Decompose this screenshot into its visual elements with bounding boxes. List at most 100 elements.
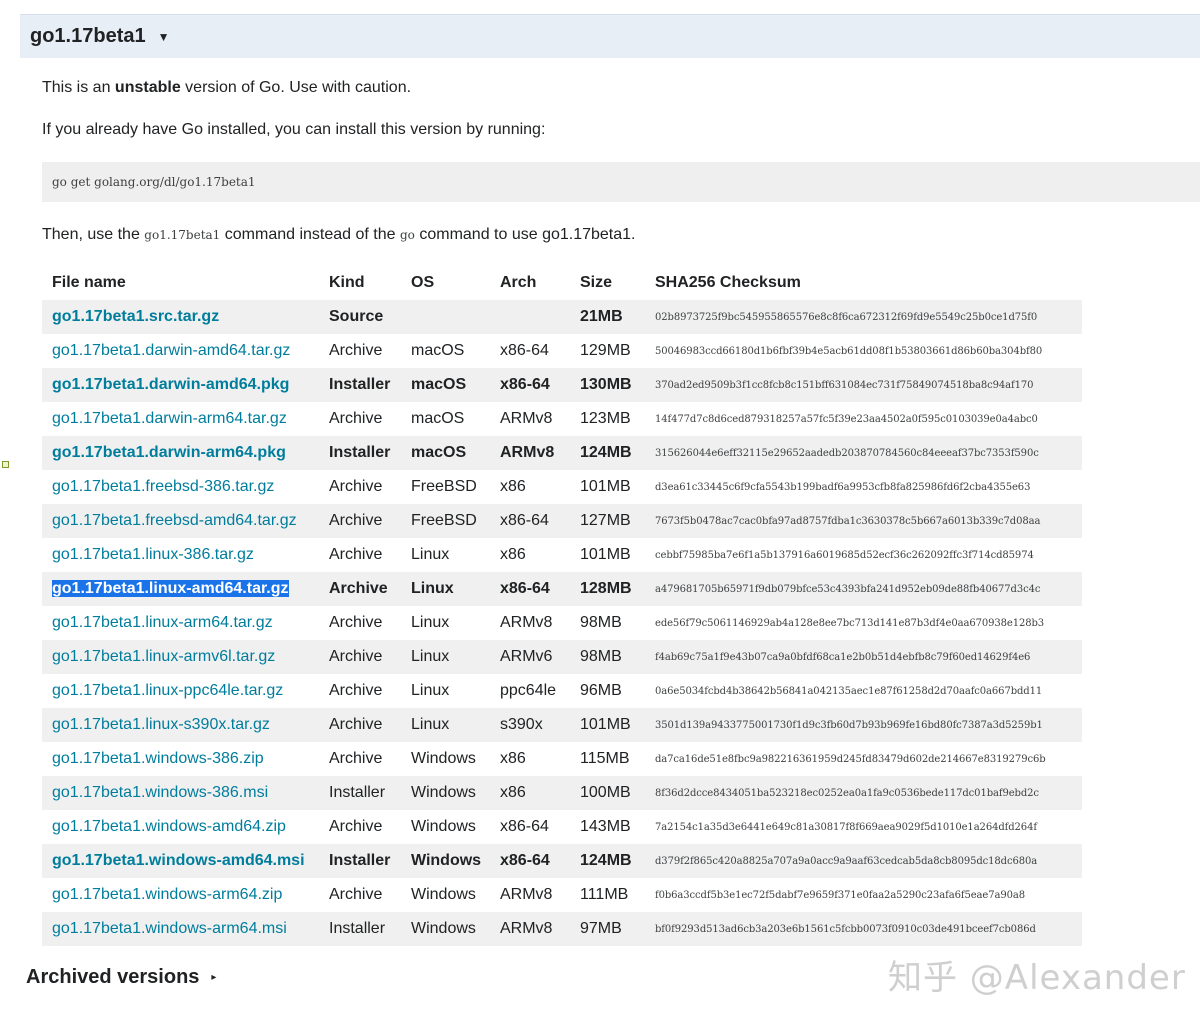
- notice-text-bold: unstable: [114, 79, 181, 96]
- os-cell: Windows: [411, 818, 476, 835]
- archived-versions-toggle[interactable]: Archived versions ▸: [26, 966, 216, 989]
- size-cell: 21MB: [570, 300, 645, 334]
- file-name-link[interactable]: go1.17beta1.freebsd-386.tar.gz: [42, 470, 319, 504]
- kind-cell: Archive: [329, 886, 383, 903]
- arch-cell: x86: [490, 776, 570, 810]
- file-name-link[interactable]: go1.17beta1.linux-armv6l.tar.gz: [42, 640, 319, 674]
- checksum-cell: 7a2154c1a35d3e6441e649c81a30817f8f669aea…: [655, 821, 1037, 833]
- header-arch: Arch: [500, 274, 537, 291]
- size-cell: 101MB: [580, 546, 631, 563]
- table-row: go1.17beta1.windows-amd64.zip Archive Wind…: [42, 810, 1082, 844]
- checksum-cell: 02b8973725f9bc545955865576e8c8f6ca672312…: [645, 300, 1082, 334]
- file-name-link[interactable]: go1.17beta1.darwin-arm64.pkg: [42, 436, 319, 470]
- release-title[interactable]: go1.17beta1: [30, 25, 146, 48]
- arch-cell: x86-64: [490, 572, 570, 606]
- os-cell: Linux: [401, 572, 490, 606]
- table-row: go1.17beta1.linux-s390x.tar.gz Archive Lin…: [42, 708, 1082, 742]
- table-row: go1.17beta1.darwin-arm64.pkg Installer mac…: [42, 436, 1082, 470]
- size-cell: 115MB: [580, 750, 630, 767]
- os-cell: Linux: [401, 708, 490, 742]
- arch-cell: [490, 300, 570, 334]
- size-cell: 98MB: [570, 640, 645, 674]
- file-name-link[interactable]: go1.17beta1.windows-386.msi: [42, 776, 319, 810]
- checksum-cell: bf0f9293d513ad6cb3a203e6b1561c5fcbb0073f…: [645, 912, 1082, 946]
- file-name-link[interactable]: go1.17beta1.linux-386.tar.gz: [42, 538, 319, 572]
- table-row: go1.17beta1.darwin-amd64.pkg Installer mac…: [42, 368, 1082, 402]
- archived-versions-label[interactable]: Archived versions: [26, 966, 199, 989]
- arch-cell: ppc64le: [500, 682, 557, 699]
- caret-right-icon[interactable]: ▸: [211, 972, 216, 983]
- size-cell: 101MB: [580, 478, 631, 495]
- table-row: go1.17beta1.linux-armv6l.tar.gz Archive Li…: [42, 640, 1082, 674]
- selected-file-name[interactable]: go1.17beta1.linux-amd64.tar.gz: [52, 580, 289, 597]
- kind-cell: Archive: [329, 818, 383, 835]
- file-name-link[interactable]: go1.17beta1.linux-s390x.tar.gz: [42, 708, 319, 742]
- table-row: go1.17beta1.darwin-arm64.tar.gz Archive ma…: [42, 402, 1082, 436]
- checksum-cell: 14f477d7c8d6ced879318257a57fc5f39e23aa45…: [655, 413, 1038, 425]
- file-name-link[interactable]: go1.17beta1.src.tar.gz: [42, 300, 319, 334]
- kind-cell: Archive: [319, 640, 401, 674]
- install-command: go get golang.org/dl/go1.17beta1: [42, 162, 1200, 202]
- kind-cell: Archive: [329, 546, 383, 563]
- file-name-link[interactable]: go1.17beta1.darwin-amd64.pkg: [42, 368, 319, 402]
- table-row: go1.17beta1.linux-amd64.tar.gz Archive Lin…: [42, 572, 1082, 606]
- os-cell: Linux: [401, 640, 490, 674]
- size-cell: 124MB: [570, 436, 645, 470]
- file-name-link[interactable]: go1.17beta1.linux-amd64.tar.gz: [42, 572, 319, 606]
- arch-cell: x86: [500, 546, 526, 563]
- checksum-cell: 315626044e6eff32115e29652aadedb203870784…: [645, 436, 1082, 470]
- release-header[interactable]: go1.17beta1 ▼: [20, 14, 1200, 58]
- usage-instructions: Then, use the go1.17beta1 command instea…: [42, 226, 635, 244]
- caret-down-icon[interactable]: ▼: [158, 30, 170, 44]
- file-name-link[interactable]: go1.17beta1.linux-ppc64le.tar.gz: [42, 674, 319, 708]
- usage-text-mid: command instead of the: [220, 226, 400, 243]
- table-row: go1.17beta1.linux-ppc64le.tar.gz Archive L…: [42, 674, 1082, 708]
- table-row: go1.17beta1.src.tar.gz Source 21MB 02b89737…: [42, 300, 1082, 334]
- size-cell: 128MB: [570, 572, 645, 606]
- file-name-link[interactable]: go1.17beta1.freebsd-amd64.tar.gz: [42, 504, 319, 538]
- arch-cell: x86-64: [500, 342, 549, 359]
- table-row: go1.17beta1.darwin-amd64.tar.gz Archive ma…: [42, 334, 1082, 368]
- usage-text-pre: Then, use the: [42, 226, 145, 243]
- file-name-link[interactable]: go1.17beta1.windows-arm64.zip: [42, 878, 319, 912]
- kind-cell: Archive: [329, 614, 383, 631]
- checksum-cell: a479681705b65971f9db079bfce53c4393bfa241…: [645, 572, 1082, 606]
- downloads-table: File name Kind OS Arch Size SHA256 Check…: [42, 266, 1082, 946]
- arch-cell: ARMv8: [490, 436, 570, 470]
- table-row: go1.17beta1.windows-386.msi Installer Wind…: [42, 776, 1082, 810]
- header-size: Size: [580, 274, 613, 291]
- file-name-link[interactable]: go1.17beta1.linux-arm64.tar.gz: [42, 606, 319, 640]
- checksum-cell: 3501d139a9433775001730f1d9c3fb60d7b93b96…: [645, 708, 1082, 742]
- file-name-link[interactable]: go1.17beta1.windows-amd64.zip: [42, 810, 319, 844]
- size-cell: 96MB: [580, 682, 622, 699]
- size-cell: 143MB: [580, 818, 631, 835]
- file-name-link[interactable]: go1.17beta1.darwin-amd64.tar.gz: [42, 334, 319, 368]
- header-sha256: SHA256 Checksum: [655, 274, 801, 291]
- table-row: go1.17beta1.windows-arm64.zip Archive Wind…: [42, 878, 1082, 912]
- size-cell: 98MB: [580, 614, 622, 631]
- size-cell: 97MB: [570, 912, 645, 946]
- table-row: go1.17beta1.windows-arm64.msi Installer Wi…: [42, 912, 1082, 946]
- file-name-link[interactable]: go1.17beta1.windows-amd64.msi: [42, 844, 319, 878]
- size-cell: 124MB: [570, 844, 645, 878]
- file-name-link[interactable]: go1.17beta1.darwin-arm64.tar.gz: [42, 402, 319, 436]
- table-row: go1.17beta1.linux-386.tar.gz Archive Linux…: [42, 538, 1082, 572]
- kind-cell: Source: [319, 300, 401, 334]
- os-cell: [401, 300, 490, 334]
- kind-cell: Archive: [329, 410, 383, 427]
- table-row: go1.17beta1.windows-amd64.msi Installer Wi…: [42, 844, 1082, 878]
- kind-cell: Archive: [329, 342, 383, 359]
- table-row: go1.17beta1.linux-arm64.tar.gz Archive Lin…: [42, 606, 1082, 640]
- file-name-link[interactable]: go1.17beta1.windows-arm64.msi: [42, 912, 319, 946]
- table-body: go1.17beta1.src.tar.gz Source 21MB 02b89737…: [42, 300, 1082, 946]
- table-header-row: File name Kind OS Arch Size SHA256 Check…: [42, 266, 1082, 300]
- checksum-cell: 370ad2ed9509b3f1cc8fcb8c151bff631084ec73…: [645, 368, 1082, 402]
- os-cell: Windows: [401, 844, 490, 878]
- arch-cell: ARMv8: [500, 410, 553, 427]
- kind-cell: Archive: [319, 708, 401, 742]
- install-instructions: If you already have Go installed, you ca…: [42, 121, 546, 138]
- arch-cell: ARMv8: [500, 886, 553, 903]
- file-name-link[interactable]: go1.17beta1.windows-386.zip: [42, 742, 319, 776]
- size-cell: 127MB: [570, 504, 645, 538]
- checksum-cell: 50046983ccd66180d1b6fbf39b4e5acb61dd08f1…: [655, 345, 1043, 357]
